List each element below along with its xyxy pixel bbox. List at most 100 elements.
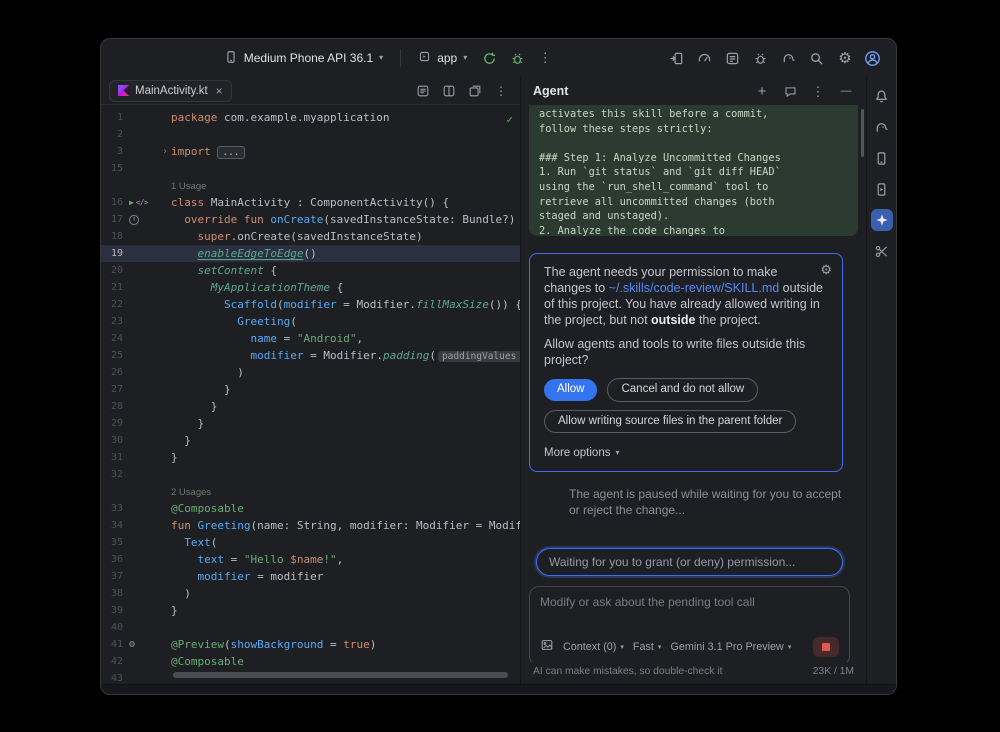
split-editor-icon[interactable] [438,80,460,102]
code-row: 40 [101,619,520,636]
horizontal-scrollbar[interactable] [173,672,508,678]
status-bar [101,684,896,694]
agent-panel-header: Agent + ⋮ — [521,77,866,105]
agent-footer: AI can make mistakes, so double-check it… [521,662,866,684]
gradle-sync-icon[interactable] [776,45,802,71]
code-row: 16▶</>class MainActivity : ComponentActi… [101,194,520,211]
run-config-icon [418,50,431,66]
skill-file-link[interactable]: ~/.skills/code-review/SKILL.md [609,281,780,295]
code-row: 35 Text( [101,534,520,551]
agent-conversation[interactable]: activates this skill before a commit,fol… [521,105,866,662]
token-count: 23K / 1M [813,666,854,677]
agent-code-block: activates this skill before a commit,fol… [529,105,858,236]
app-inspection-icon[interactable] [748,45,774,71]
usages-hint[interactable]: 1 Usage [171,181,206,192]
code-row: 29 } [101,415,520,432]
profile-avatar-icon[interactable] [860,45,886,71]
code-row: 26 ) [101,364,520,381]
float-window-icon[interactable] [464,80,486,102]
cancel-do-not-allow-button[interactable]: Cancel and do not allow [607,378,758,402]
code-row: 18 super.onCreate(savedInstanceState) [101,228,520,245]
logcat-icon[interactable] [720,45,746,71]
permission-settings-gear-icon[interactable]: ⚙ [820,263,832,276]
chevron-down-icon: ▾ [379,54,383,62]
editor-tab-bar: MainActivity.kt × ⋮ [101,77,520,105]
tab-mainactivity[interactable]: MainActivity.kt × [109,80,232,102]
running-devices-icon[interactable] [871,178,893,200]
right-tool-stripe [867,77,896,684]
reader-mode-icon[interactable] [412,80,434,102]
main-toolbar: Medium Phone API 36.1 ▾ app ▾ ⋮ [101,39,896,77]
code-row: 37 modifier = modifier [101,568,520,585]
search-icon[interactable] [804,45,830,71]
model-selector[interactable]: Gemini 3.1 Pro Preview▾ [670,641,791,653]
fold-chevron-icon[interactable]: › [159,143,171,160]
chevron-down-icon: ▾ [463,54,467,62]
usages-hint[interactable]: 2 Usages [171,487,211,498]
settings-gear-icon[interactable]: ⚙ [832,45,858,71]
editor-pane: MainActivity.kt × ⋮ [101,77,521,684]
code-row: 36 text = "Hello $name!", [101,551,520,568]
agent-panel: Agent + ⋮ — activates this skill before … [521,77,867,684]
permission-wait-input[interactable]: Waiting for you to grant (or deny) permi… [536,548,843,576]
profiler-icon[interactable] [692,45,718,71]
code-row: 39} [101,602,520,619]
gemini-agent-icon[interactable] [871,209,893,231]
agent-scrollbar[interactable] [861,109,864,157]
permission-question: Allow agents and tools to write files ou… [544,336,828,368]
gradle-icon[interactable] [871,116,893,138]
allow-parent-folder-button[interactable]: Allow writing source files in the parent… [544,410,796,434]
chat-input-box[interactable]: Modify or ask about the pending tool cal… [529,586,850,662]
code-editor[interactable]: 1package com.example.myapplication23›imp… [101,105,520,684]
chat-history-icon[interactable] [782,83,798,99]
more-actions-icon[interactable]: ⋮ [532,45,558,71]
code-row: 28 } [101,398,520,415]
new-chat-icon[interactable]: + [754,83,770,99]
markup-gutter-icon[interactable]: </> [136,199,148,207]
context-selector[interactable]: Context (0)▾ [563,641,624,653]
code-row: 31} [101,449,520,466]
preview-gutter-icon[interactable]: ⚙ [129,640,135,650]
code-row: 25 modifier = Modifier.padding(paddingVa… [101,347,520,364]
code-row: 15 [101,160,520,177]
chat-input-placeholder: Modify or ask about the pending tool cal… [540,595,839,637]
debug-button[interactable] [504,45,530,71]
code-row: 38 ) [101,585,520,602]
notifications-bell-icon[interactable] [871,85,893,107]
phone-device-icon [224,50,238,67]
code-row: 33@Composable [101,500,520,517]
override-gutter-icon[interactable]: ↑ [129,215,139,225]
code-row: 17↑ override fun onCreate(savedInstanceS… [101,211,520,228]
device-mirroring-icon[interactable] [664,45,690,71]
stop-square-icon [822,643,830,651]
code-row: 34fun Greeting(name: String, modifier: M… [101,517,520,534]
tab-close-icon[interactable]: × [216,84,223,98]
usage-hint-row: 2 Usages [101,483,520,500]
run-config-label: app [437,51,457,65]
main-area: MainActivity.kt × ⋮ [101,77,896,684]
code-row: 23 Greeting( [101,313,520,330]
code-row: 24 name = "Android", [101,330,520,347]
code-row: 1package com.example.myapplication [101,109,520,126]
hide-panel-icon[interactable]: — [838,83,854,99]
run-button[interactable] [476,45,502,71]
device-manager-icon[interactable] [871,147,893,169]
toolbar-divider [400,49,401,67]
code-row: 30 } [101,432,520,449]
disclaimer-text: AI can make mistakes, so double-check it [533,666,722,677]
stop-button[interactable] [813,637,839,657]
allow-button[interactable]: Allow [544,379,597,401]
attach-image-icon[interactable] [540,638,554,657]
editor-more-icon[interactable]: ⋮ [490,80,512,102]
device-selector[interactable]: Medium Phone API 36.1 ▾ [217,46,390,71]
run-config-selector[interactable]: app ▾ [411,46,474,70]
agent-panel-title: Agent [533,84,568,98]
app-insights-scissors-icon[interactable] [871,240,893,262]
code-row: 22 Scaffold(modifier = Modifier.fillMaxS… [101,296,520,313]
code-row: 42@Composable [101,653,520,670]
agent-more-icon[interactable]: ⋮ [810,83,826,99]
more-options-button[interactable]: More options ▾ [544,445,828,461]
inspections-ok-icon[interactable]: ✓ [506,111,513,128]
speed-selector[interactable]: Fast▾ [633,641,662,653]
run-gutter-icon[interactable]: ▶ [129,199,134,207]
